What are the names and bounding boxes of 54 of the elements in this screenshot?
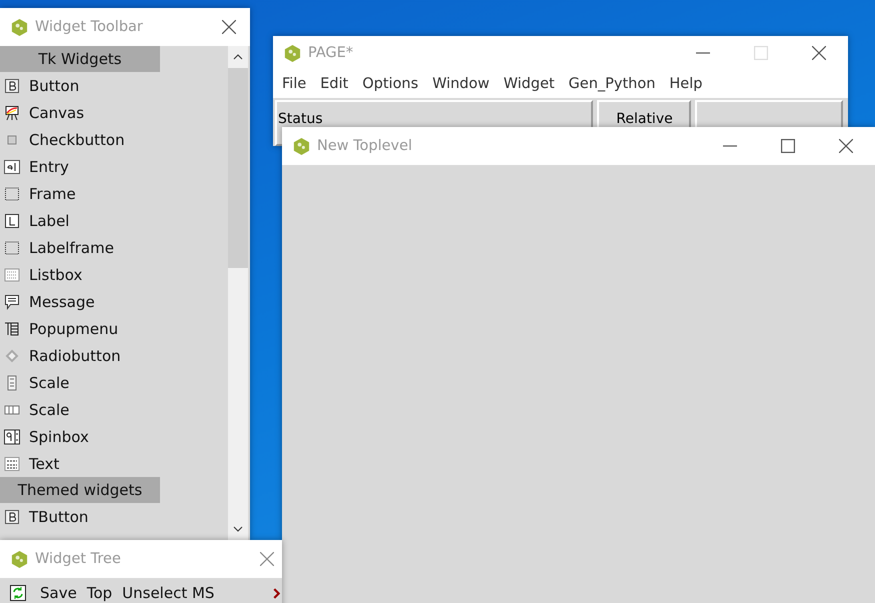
palette-entry[interactable]: Entry (29, 158, 69, 176)
maximize-icon (754, 46, 768, 60)
palette-entry[interactable]: Message (29, 292, 95, 310)
palette-entry[interactable]: Checkbutton (29, 130, 125, 148)
menu-item[interactable]: File (275, 76, 314, 92)
toolbar-button[interactable]: Unselect MS (122, 584, 214, 602)
palette-entry[interactable]: TButton (29, 508, 88, 526)
palette-entry[interactable]: Canvas (29, 104, 84, 122)
scrollbar[interactable] (228, 46, 248, 540)
text-box-icon (4, 456, 20, 472)
easel-icon (4, 104, 20, 120)
section-header: Themed widgets (0, 477, 160, 503)
list-icon (4, 266, 20, 282)
window-title: Widget Tree (35, 551, 122, 567)
l-box-icon (4, 212, 20, 228)
palette-entry[interactable]: Frame (29, 184, 76, 202)
menu-item[interactable]: Window (425, 76, 496, 92)
menu-item[interactable]: Widget (496, 76, 562, 92)
toolbar-button[interactable]: Save (40, 584, 77, 602)
menu-item[interactable]: Edit (313, 76, 356, 92)
b-box-icon (4, 78, 20, 94)
app-logo-icon (10, 550, 29, 568)
chevron-right-icon[interactable] (273, 588, 280, 598)
dotted-square-icon (4, 186, 20, 202)
palette-entry[interactable]: Scale (29, 400, 70, 418)
app-logo-icon (283, 44, 302, 62)
palette-entry[interactable]: Radiobutton (29, 346, 121, 364)
window-title: Widget Toolbar (35, 19, 144, 35)
palette-entry[interactable]: Label (29, 212, 70, 230)
refresh-icon[interactable] (10, 585, 26, 601)
diamond-icon (4, 348, 20, 364)
palette-entry[interactable]: Popupmenu (29, 320, 118, 338)
speech-bubble-icon (4, 294, 20, 310)
dotted-square-icon (4, 240, 20, 256)
palette-entry[interactable]: Spinbox (29, 428, 89, 446)
app-logo-icon (292, 136, 311, 156)
menu-item[interactable]: Help (662, 76, 710, 92)
menu-item[interactable]: Gen_Python (562, 76, 662, 92)
palette-entry[interactable]: Listbox (29, 266, 82, 284)
menu-list-icon (4, 320, 20, 336)
entry-icon (4, 158, 20, 174)
toolbar-button[interactable]: Top (86, 584, 112, 602)
window-title: PAGE* (308, 45, 354, 61)
palette-entry[interactable]: Text (29, 454, 60, 472)
app-logo-icon (10, 18, 29, 36)
spinbox-icon (4, 428, 20, 444)
b-box-icon (4, 508, 20, 524)
palette-entry[interactable]: Labelframe (29, 238, 114, 256)
palette-entry[interactable]: Button (29, 76, 80, 94)
scroll-down-icon[interactable] (233, 526, 243, 532)
scroll-up-icon[interactable] (233, 54, 243, 60)
section-header: Tk Widgets (0, 46, 160, 72)
menu-item[interactable]: Options (355, 76, 426, 92)
palette-entry[interactable]: Scale (29, 374, 70, 392)
